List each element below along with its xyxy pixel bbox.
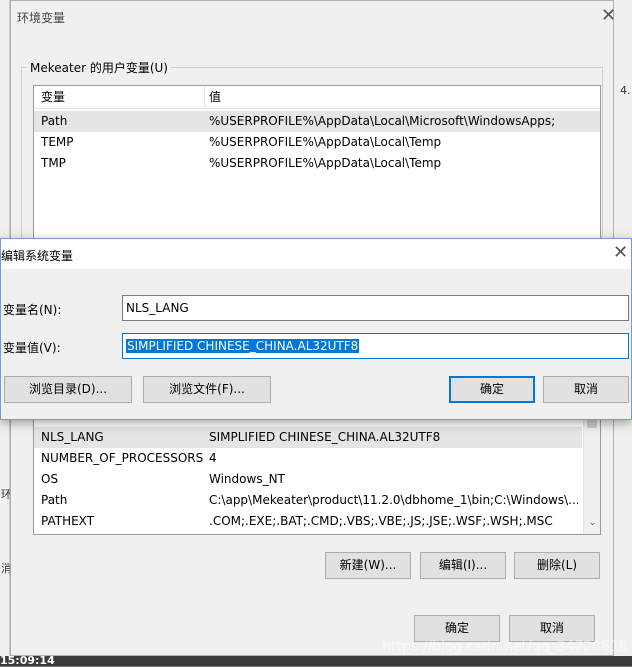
var-value: %USERPROFILE%\AppData\Local\Microsoft\Wi… — [209, 114, 556, 128]
table-row[interactable]: TMP %USERPROFILE%\AppData\Local\Temp — [34, 153, 600, 174]
var-value: %USERPROFILE%\AppData\Local\Temp — [209, 156, 442, 170]
dialog-ok-button[interactable]: 确定 — [449, 376, 535, 403]
dialog-title: 编辑系统变量 — [1, 249, 74, 263]
table-row[interactable]: TEMP %USERPROFILE%\AppData\Local\Temp — [34, 132, 600, 153]
var-name-field[interactable]: NLS_LANG — [122, 295, 629, 321]
var-value: .COM;.EXE;.BAT;.CMD;.VBS;.VBE;.JS;.JSE;.… — [209, 514, 553, 528]
table-row[interactable]: OS Windows_NT — [34, 469, 582, 490]
var-name: TEMP — [41, 135, 74, 149]
edit-system-var-dialog: 编辑系统变量 ✕ 变量名(N): NLS_LANG 变量值(V): SIMPLI… — [0, 238, 632, 420]
scroll-down-icon[interactable]: ⌄ — [584, 518, 600, 528]
taskbar-clock: 15:09:14 — [0, 654, 55, 667]
user-vars-list: 变量 值 Path %USERPROFILE%\AppData\Local\Mi… — [33, 85, 601, 245]
var-name: NUMBER_OF_PROCESSORS — [41, 451, 204, 465]
env-cancel-button[interactable]: 取消 — [509, 615, 595, 642]
table-row[interactable]: PATHEXT .COM;.EXE;.BAT;.CMD;.VBS;.VBE;.J… — [34, 511, 582, 532]
taskbar: 15:09:14 — [0, 654, 632, 667]
table-row[interactable]: NLS_LANG SIMPLIFIED CHINESE_CHINA.AL32UT… — [34, 427, 582, 448]
var-name: NLS_LANG — [41, 430, 104, 444]
system-vars-list: NLS_LANG SIMPLIFIED CHINESE_CHINA.AL32UT… — [33, 405, 601, 535]
var-value: Windows_NT — [209, 472, 285, 486]
user-vars-group-label: Mekeater 的用户变量(U) — [27, 59, 171, 76]
dialog-titlebar — [1, 239, 631, 269]
edit-system-var-button[interactable]: 编辑(I)... — [420, 552, 506, 579]
env-ok-button[interactable]: 确定 — [414, 615, 500, 642]
column-header-value[interactable]: 值 — [209, 86, 596, 108]
close-icon[interactable]: ✕ — [613, 244, 628, 262]
watermark: https://blog.csdn.net/qq_34720818 — [382, 639, 628, 655]
dialog-cancel-button[interactable]: 取消 — [543, 376, 629, 403]
list-header: 变量 值 — [34, 86, 600, 109]
table-row[interactable]: NUMBER_OF_PROCESSORS 4 — [34, 448, 582, 469]
var-value: %USERPROFILE%\AppData\Local\Temp — [209, 135, 442, 149]
var-name-label: 变量名(N): — [3, 303, 62, 317]
var-value: SIMPLIFIED CHINESE_CHINA.AL32UTF8 — [209, 430, 441, 444]
var-name: PATHEXT — [41, 514, 95, 528]
column-separator — [204, 86, 205, 108]
selected-text: SIMPLIFIED CHINESE_CHINA.AL32UTF8 — [126, 339, 360, 353]
browse-directory-button[interactable]: 浏览目录(D)... — [4, 376, 132, 403]
window-title: 环境变量 — [17, 11, 66, 25]
background-text-fragment: 4. — [620, 84, 631, 97]
close-icon[interactable]: ✕ — [601, 7, 616, 25]
var-value-field[interactable]: SIMPLIFIED CHINESE_CHINA.AL32UTF8 — [122, 333, 629, 359]
var-value: C:\app\Mekeater\product\11.2.0\dbhome_1\… — [209, 493, 578, 507]
var-value: 4 — [209, 451, 217, 465]
new-system-var-button[interactable]: 新建(W)... — [325, 552, 411, 579]
scrollbar[interactable]: ⌄ — [583, 406, 600, 534]
var-name: Path — [41, 493, 68, 507]
var-name: Path — [41, 114, 68, 128]
var-value-label: 变量值(V): — [3, 341, 61, 355]
browse-file-button[interactable]: 浏览文件(F)... — [143, 376, 271, 403]
var-name: TMP — [41, 156, 66, 170]
column-header-variable[interactable]: 变量 — [41, 86, 65, 108]
delete-system-var-button[interactable]: 删除(L) — [514, 552, 600, 579]
table-row[interactable]: Path C:\app\Mekeater\product\11.2.0\dbho… — [34, 490, 582, 511]
table-row[interactable]: Path %USERPROFILE%\AppData\Local\Microso… — [34, 111, 600, 132]
var-name: OS — [41, 472, 59, 486]
